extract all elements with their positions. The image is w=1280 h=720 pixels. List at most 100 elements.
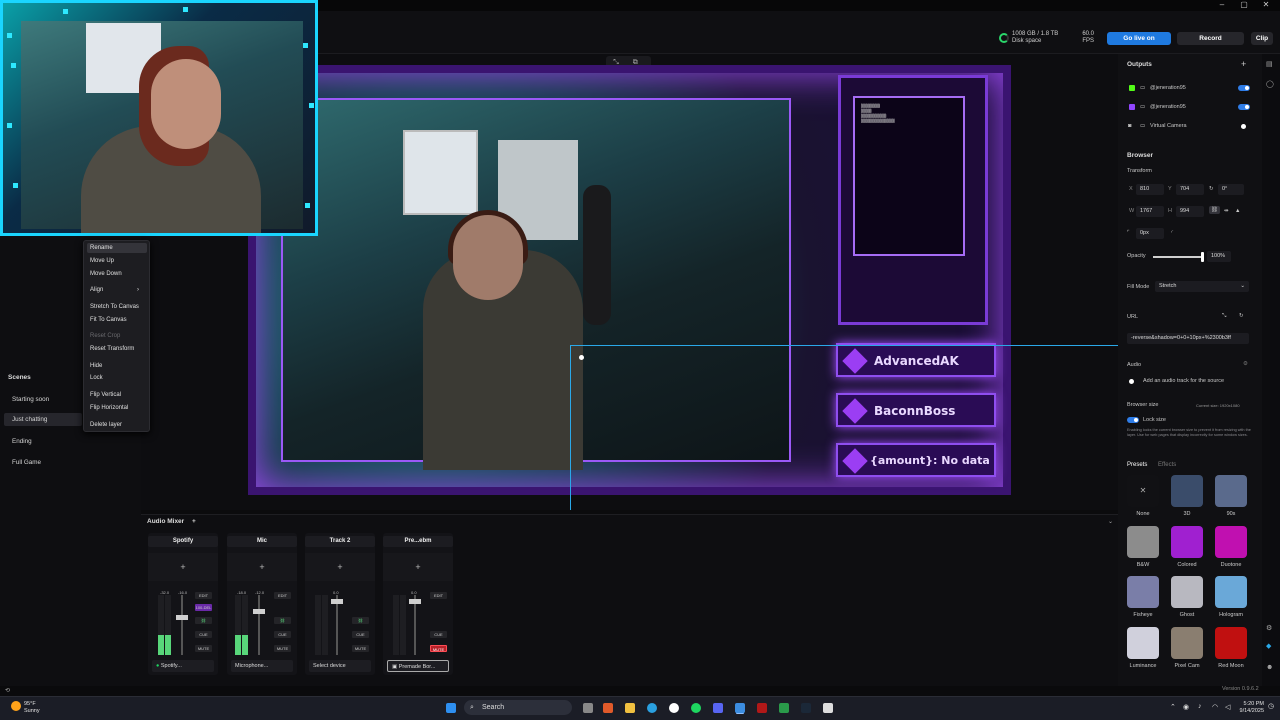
lock-size-toggle[interactable]	[1127, 417, 1139, 423]
url-field[interactable]: -reverse&shadow=0+0+10px+%2300b3ff	[1127, 333, 1249, 344]
maximize-button[interactable]: ▢	[1234, 0, 1254, 9]
device-select[interactable]: ● Spotify...	[152, 660, 214, 672]
add-filter-button[interactable]: +	[305, 553, 375, 581]
chat-icon[interactable]: ◯	[1266, 80, 1274, 88]
cue-button[interactable]: CUE	[195, 631, 212, 638]
virtual-camera-toggle[interactable]	[1241, 124, 1246, 129]
mute-button[interactable]: MUTE	[352, 645, 369, 652]
add-audio-text[interactable]: Add an audio track for the source	[1143, 378, 1224, 384]
bird-icon[interactable]: ◆	[1266, 642, 1271, 650]
tray-app-icon[interactable]: ◉	[1183, 703, 1189, 711]
preset-pixel-cam[interactable]	[1171, 627, 1203, 659]
wifi-icon[interactable]: ◠	[1212, 703, 1218, 711]
link-aspect-icon[interactable]: ⛓	[1209, 206, 1220, 214]
menu-item-fit-to-canvas[interactable]: Fit To Canvas	[90, 317, 127, 323]
width-field[interactable]: 1767	[1136, 206, 1164, 217]
scene-item-ending[interactable]: Ending	[12, 438, 32, 445]
fader-knob[interactable]	[176, 615, 188, 620]
menu-item-hide[interactable]: Hide	[90, 363, 102, 369]
menu-item-stretch-to-canvas[interactable]: Stretch To Canvas	[90, 304, 139, 310]
output-toggle[interactable]	[1238, 104, 1250, 110]
file-explorer-icon[interactable]	[625, 703, 635, 713]
menu-item-delete-layer[interactable]: Delete layer	[90, 422, 122, 428]
mute-button[interactable]: MUTE	[195, 645, 212, 652]
menu-item-move-down[interactable]: Move Down	[90, 271, 122, 277]
collapse-mixer-icon[interactable]: ⌄	[1108, 518, 1113, 525]
cue-button[interactable]: CUE	[430, 631, 447, 638]
output-toggle[interactable]	[1238, 85, 1250, 91]
edit-button[interactable]: EDIT	[274, 592, 291, 599]
track-name[interactable]: Mic	[227, 536, 297, 547]
menu-item-move-up[interactable]: Move Up	[90, 258, 114, 264]
menu-item-rename[interactable]: Rename	[87, 243, 147, 253]
app-icon[interactable]	[757, 703, 767, 713]
edge-icon[interactable]	[647, 703, 657, 713]
webcam-source[interactable]	[0, 0, 318, 236]
minimize-button[interactable]: –	[1212, 0, 1232, 9]
widgets-icon[interactable]	[603, 703, 613, 713]
excel-icon[interactable]	[779, 703, 789, 713]
mute-button[interactable]: MUTE	[274, 645, 291, 652]
track-name[interactable]: Track 2	[305, 536, 375, 547]
edit-button[interactable]: EDIT	[195, 592, 212, 599]
fader-knob[interactable]	[331, 599, 343, 604]
tray-chevron-icon[interactable]: ⌃	[1170, 703, 1176, 711]
discord-taskbar-icon[interactable]	[713, 703, 723, 713]
flip-horizontal-icon[interactable]: ⇹	[1224, 208, 1229, 214]
scene-item-just-chatting[interactable]: Just chatting	[4, 413, 82, 426]
settings-icon[interactable]: ⚙	[1266, 624, 1272, 632]
menu-item-reset-transform[interactable]: Reset Transform	[90, 346, 134, 352]
mute-button-active[interactable]: MUTE	[430, 645, 447, 652]
preset-red-moon[interactable]	[1215, 627, 1247, 659]
preset-luminance[interactable]	[1127, 627, 1159, 659]
device-select[interactable]: Microphone...	[231, 660, 293, 672]
volume-fader[interactable]	[253, 595, 265, 655]
selection-handle[interactable]	[579, 355, 584, 360]
y-field[interactable]: 704	[1176, 184, 1204, 195]
open-link-icon[interactable]: ⤡	[1222, 313, 1226, 320]
flip-vertical-icon[interactable]: ▲	[1235, 208, 1240, 214]
track-name[interactable]: Spotify	[148, 536, 218, 547]
taskbar-search[interactable]: ⌕ Search	[464, 700, 572, 715]
filter-badge[interactable]: 100-DEL	[195, 604, 212, 611]
menu-item-lock[interactable]: Lock	[90, 375, 103, 381]
link-icon[interactable]: ⛓	[195, 617, 212, 624]
preset-bw[interactable]	[1127, 526, 1159, 558]
device-select[interactable]: ▣ Premade Bor...	[387, 660, 449, 672]
menu-item-align[interactable]: Align ›	[90, 287, 145, 293]
tab-effects[interactable]: Effects	[1158, 462, 1176, 468]
record-button[interactable]: Record	[1177, 32, 1244, 45]
preset-duotone[interactable]	[1215, 526, 1247, 558]
menu-item-flip-vertical[interactable]: Flip Vertical	[90, 392, 121, 398]
volume-fader[interactable]	[409, 595, 421, 655]
opacity-slider[interactable]	[1153, 256, 1203, 258]
device-select[interactable]: Select device	[309, 660, 371, 672]
weather-widget[interactable]: 95°F Sunny	[24, 701, 40, 715]
x-field[interactable]: 810	[1136, 184, 1164, 195]
fill-mode-select[interactable]: Stretch ⌄	[1155, 281, 1249, 292]
preset-hologram[interactable]	[1215, 576, 1247, 608]
volume-icon[interactable]: ◁	[1225, 703, 1230, 711]
camera-source[interactable]	[281, 98, 791, 470]
fader-knob[interactable]	[253, 609, 265, 614]
preset-90s[interactable]	[1215, 475, 1247, 507]
preset-ghost[interactable]	[1171, 576, 1203, 608]
link-icon[interactable]: ⛓	[274, 617, 291, 624]
notifications-icon[interactable]: ◷	[1268, 702, 1274, 710]
cue-button[interactable]: CUE	[352, 631, 369, 638]
link-icon[interactable]: ⛓	[352, 617, 369, 624]
opacity-slider-handle[interactable]	[1201, 252, 1204, 262]
edit-button[interactable]: EDIT	[430, 592, 447, 599]
scene-item-full-game[interactable]: Full Game	[12, 459, 41, 466]
add-filter-button[interactable]: +	[148, 553, 218, 581]
opacity-field[interactable]: 100%	[1207, 251, 1231, 262]
clip-button[interactable]: Clip	[1251, 32, 1273, 45]
steam-icon[interactable]	[801, 703, 811, 713]
streaming-app-icon[interactable]	[735, 703, 745, 713]
discord-icon[interactable]: ☻	[1266, 664, 1273, 671]
layers-icon[interactable]: ▤	[1266, 60, 1273, 68]
spotify-taskbar-icon[interactable]	[691, 703, 701, 713]
volume-fader[interactable]	[331, 595, 343, 655]
task-view-icon[interactable]	[583, 703, 593, 713]
add-filter-button[interactable]: +	[383, 553, 453, 581]
